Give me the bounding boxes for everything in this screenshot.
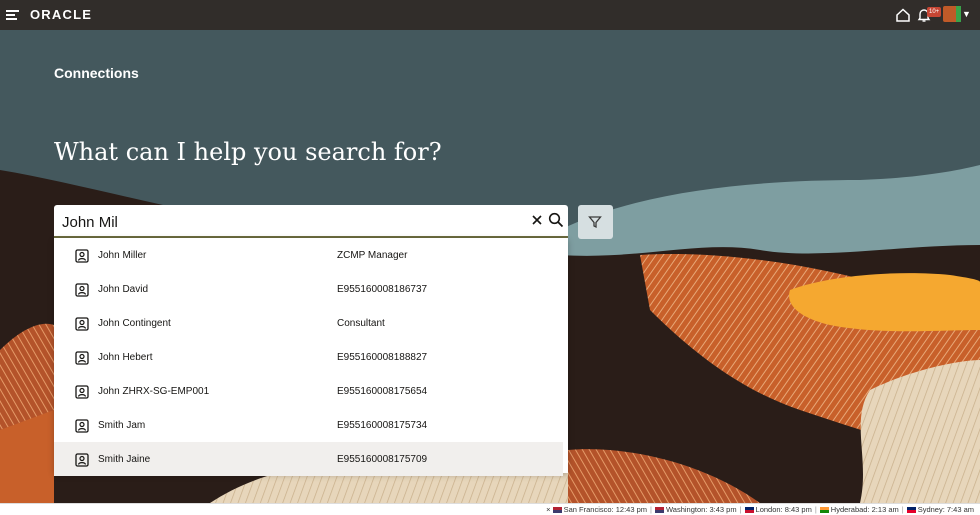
suggestion-name: Smith Jam <box>98 419 146 431</box>
suggestion-detail: E955160008175654 <box>337 385 428 397</box>
flag-icon <box>819 507 829 513</box>
menu-icon[interactable] <box>6 10 19 20</box>
clock-label: Hyderabad: 2:13 am <box>830 505 899 514</box>
person-icon <box>75 317 89 331</box>
suggestion-name: John ZHRX-SG-EMP001 <box>98 385 210 397</box>
suggestion-row[interactable]: John Miller ZCMP Manager <box>54 238 568 272</box>
person-icon <box>75 249 89 263</box>
suggestion-detail: Consultant <box>337 317 385 329</box>
suggestion-row[interactable]: John David E955160008186737 <box>54 272 568 306</box>
person-icon <box>75 283 89 297</box>
clock-label: San Francisco: 12:43 pm <box>563 505 648 514</box>
suggestion-row[interactable]: John ZHRX-SG-EMP001 E955160008175654 <box>54 374 568 408</box>
suggestion-name: John Miller <box>98 249 147 261</box>
hero-banner: Connections What can I help you search f… <box>0 30 980 503</box>
suggestion-detail: E955160008175734 <box>337 419 428 431</box>
separator: | <box>814 505 817 514</box>
suggestion-detail: E955160008175709 <box>337 453 428 465</box>
search-prompt: What can I help you search for? <box>54 138 442 166</box>
suggestion-row[interactable]: Smith Jam E955160008175734 <box>54 408 568 442</box>
separator: | <box>650 505 652 514</box>
suggestion-row[interactable]: John Contingent Consultant <box>54 306 568 340</box>
user-avatar[interactable] <box>943 6 961 22</box>
suggestion-name: John Hebert <box>98 351 153 363</box>
flag-icon <box>654 507 664 513</box>
separator: | <box>739 505 742 514</box>
flag-icon <box>552 507 562 513</box>
page-title: Connections <box>54 65 139 81</box>
top-bar: ORACLE 10+ ▼ <box>0 0 980 30</box>
suggestion-row[interactable]: Smith Jaine E955160008175709 <box>54 442 563 476</box>
filter-button[interactable] <box>578 205 613 239</box>
close-icon[interactable] <box>530 213 544 227</box>
person-icon <box>75 385 89 399</box>
clock-label: Sydney: 7:43 am <box>917 505 974 514</box>
suggestion-name: John Contingent <box>98 317 171 329</box>
person-icon <box>75 419 89 433</box>
separator: | <box>901 505 904 514</box>
suggestion-detail: E955160008188827 <box>337 351 428 363</box>
search-box <box>54 205 568 238</box>
search-icon[interactable] <box>548 212 564 228</box>
close-icon[interactable]: × <box>546 505 550 514</box>
oracle-logo: ORACLE <box>30 7 93 22</box>
suggestion-row[interactable]: John Hebert E955160008188827 <box>54 340 568 374</box>
clock-label: London: 8:43 pm <box>755 505 812 514</box>
flag-icon <box>744 507 754 513</box>
clock-label: Washington: 3:43 pm <box>665 505 737 514</box>
suggestion-name: Smith Jaine <box>98 453 151 465</box>
chevron-down-icon[interactable]: ▼ <box>962 9 971 19</box>
suggestion-detail: ZCMP Manager <box>337 249 408 261</box>
search-input[interactable] <box>62 211 522 233</box>
search-suggestions: John Miller ZCMP Manager John David E955160… <box>54 238 568 476</box>
person-icon <box>75 351 89 365</box>
flag-icon <box>906 507 916 513</box>
suggestion-name: John David <box>98 283 149 295</box>
suggestion-detail: E955160008186737 <box>337 283 428 295</box>
home-icon[interactable] <box>895 7 911 23</box>
world-clock-bar: × San Francisco: 12:43 pm | Washington: 3:… <box>0 503 980 515</box>
person-icon <box>75 453 89 467</box>
notification-badge: 10+ <box>927 7 942 17</box>
filter-icon <box>588 216 602 229</box>
